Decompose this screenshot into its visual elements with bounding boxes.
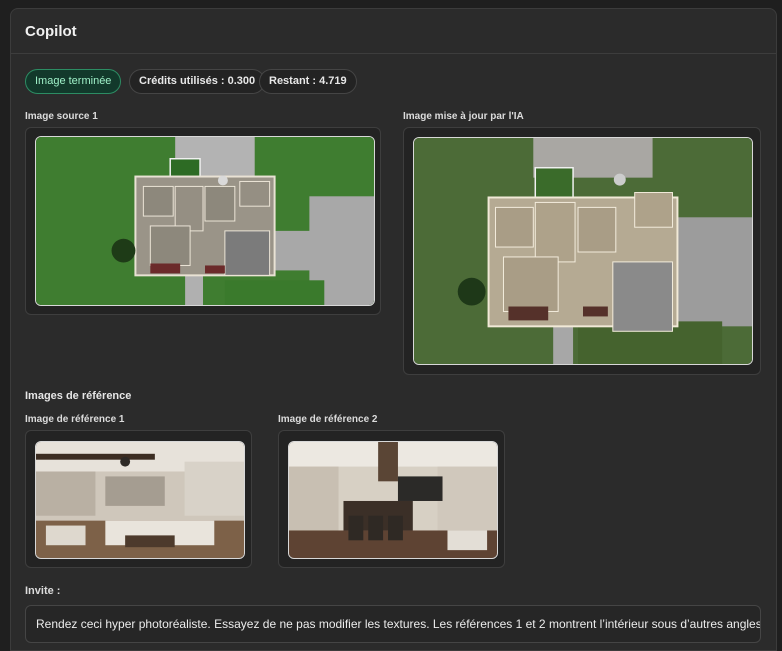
panel-header: Copilot bbox=[11, 9, 776, 54]
reference-1-frame bbox=[25, 430, 252, 568]
status-badge: Image terminée bbox=[25, 69, 122, 94]
floorplan-render bbox=[36, 137, 374, 305]
copilot-panel: Copilot Image terminée Crédits utilisés … bbox=[10, 8, 777, 651]
reference-1-label: Image de référence 1 bbox=[25, 414, 125, 425]
updated-image-frame bbox=[403, 127, 761, 375]
living-room-photo bbox=[36, 442, 244, 558]
dining-room-photo bbox=[289, 442, 497, 558]
prompt-field[interactable]: Rendez ceci hyper photoréaliste. Essayez… bbox=[25, 605, 761, 643]
prompt-label: Invite : bbox=[25, 585, 61, 597]
reference-2-label: Image de référence 2 bbox=[278, 414, 378, 425]
updated-image-label: Image mise à jour par l'IA bbox=[403, 111, 524, 122]
credits-remaining-badge: Restant : 4.719 bbox=[259, 69, 357, 94]
panel-title: Copilot bbox=[25, 23, 77, 40]
reference-2-image[interactable] bbox=[288, 441, 498, 559]
source-image-label: Image source 1 bbox=[25, 111, 98, 122]
credits-used-badge: Crédits utilisés : 0.300 bbox=[129, 69, 266, 94]
reference-section-title: Images de référence bbox=[25, 390, 132, 402]
reference-1-image[interactable] bbox=[35, 441, 245, 559]
source-image-frame bbox=[25, 127, 381, 315]
ai-floorplan-render bbox=[414, 138, 752, 364]
reference-2-frame bbox=[278, 430, 505, 568]
source-floorplan-image[interactable] bbox=[35, 136, 375, 306]
updated-floorplan-image[interactable] bbox=[413, 137, 753, 365]
